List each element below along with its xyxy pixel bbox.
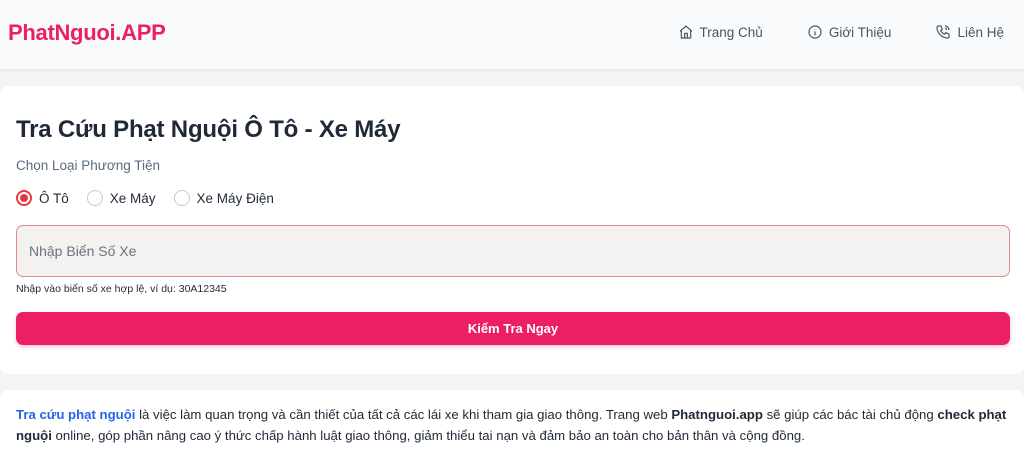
main-nav: Trang Chủ Giới Thiệu Liên Hệ [634,24,1004,40]
radio-motorbike[interactable] [86,190,103,206]
radio-label-electric-motorbike: Xe Máy Điện [196,190,274,206]
brand-text: Phatnguoi.app [671,407,763,422]
phone-icon [936,25,951,39]
page-title: Tra Cứu Phạt Nguội Ô Tô - Xe Máy [16,116,401,143]
lookup-link[interactable]: Tra cứu phạt nguội [16,407,135,422]
site-header: PhatNguoi.APP Trang Chủ Giới Thiệu Liên … [0,0,1024,70]
info-section: Tra cứu phạt nguội là việc làm quan trọn… [0,390,1024,457]
check-now-button[interactable]: Kiểm Tra Ngay [16,312,1010,345]
nav-item-contact[interactable]: Liên Hệ [935,24,1004,40]
plate-hint: Nhập vào biển số xe hợp lệ, ví dụ: 30A12… [16,283,227,295]
plate-number-input[interactable] [16,225,1010,277]
radio-option-motorbike[interactable]: Xe Máy [86,190,156,206]
nav-label-home: Trang Chủ [699,24,763,40]
radio-label-motorbike: Xe Máy [109,190,156,206]
info-text-2: sẽ giúp các bác tài chủ động [762,407,938,422]
site-logo[interactable]: PhatNguoi.APP [8,20,166,46]
info-text-1: là việc làm quan trọng và cần thiết của … [135,407,672,422]
info-paragraph: Tra cứu phạt nguội là việc làm quan trọn… [16,404,1012,446]
radio-car[interactable] [16,190,32,206]
radio-option-car[interactable]: Ô Tô [16,190,69,206]
nav-item-about[interactable]: Giới Thiệu [807,24,892,40]
radio-option-electric-motorbike[interactable]: Xe Máy Điện [173,190,274,206]
vehicle-type-group: Ô Tô Xe Máy Xe Máy Điện [16,190,292,206]
nav-label-contact: Liên Hệ [957,24,1004,40]
radio-electric-motorbike[interactable] [173,190,190,206]
nav-item-home[interactable]: Trang Chủ [678,24,763,40]
lookup-card: Tra Cứu Phạt Nguội Ô Tô - Xe Máy Chọn Lo… [0,86,1024,374]
info-icon [808,25,822,39]
info-text-3: online, góp phần nâng cao ý thức chấp hà… [51,428,805,443]
radio-label-car: Ô Tô [39,190,69,206]
vehicle-type-label: Chọn Loại Phương Tiện [16,158,160,173]
home-icon [679,25,692,39]
nav-label-about: Giới Thiệu [828,24,892,40]
